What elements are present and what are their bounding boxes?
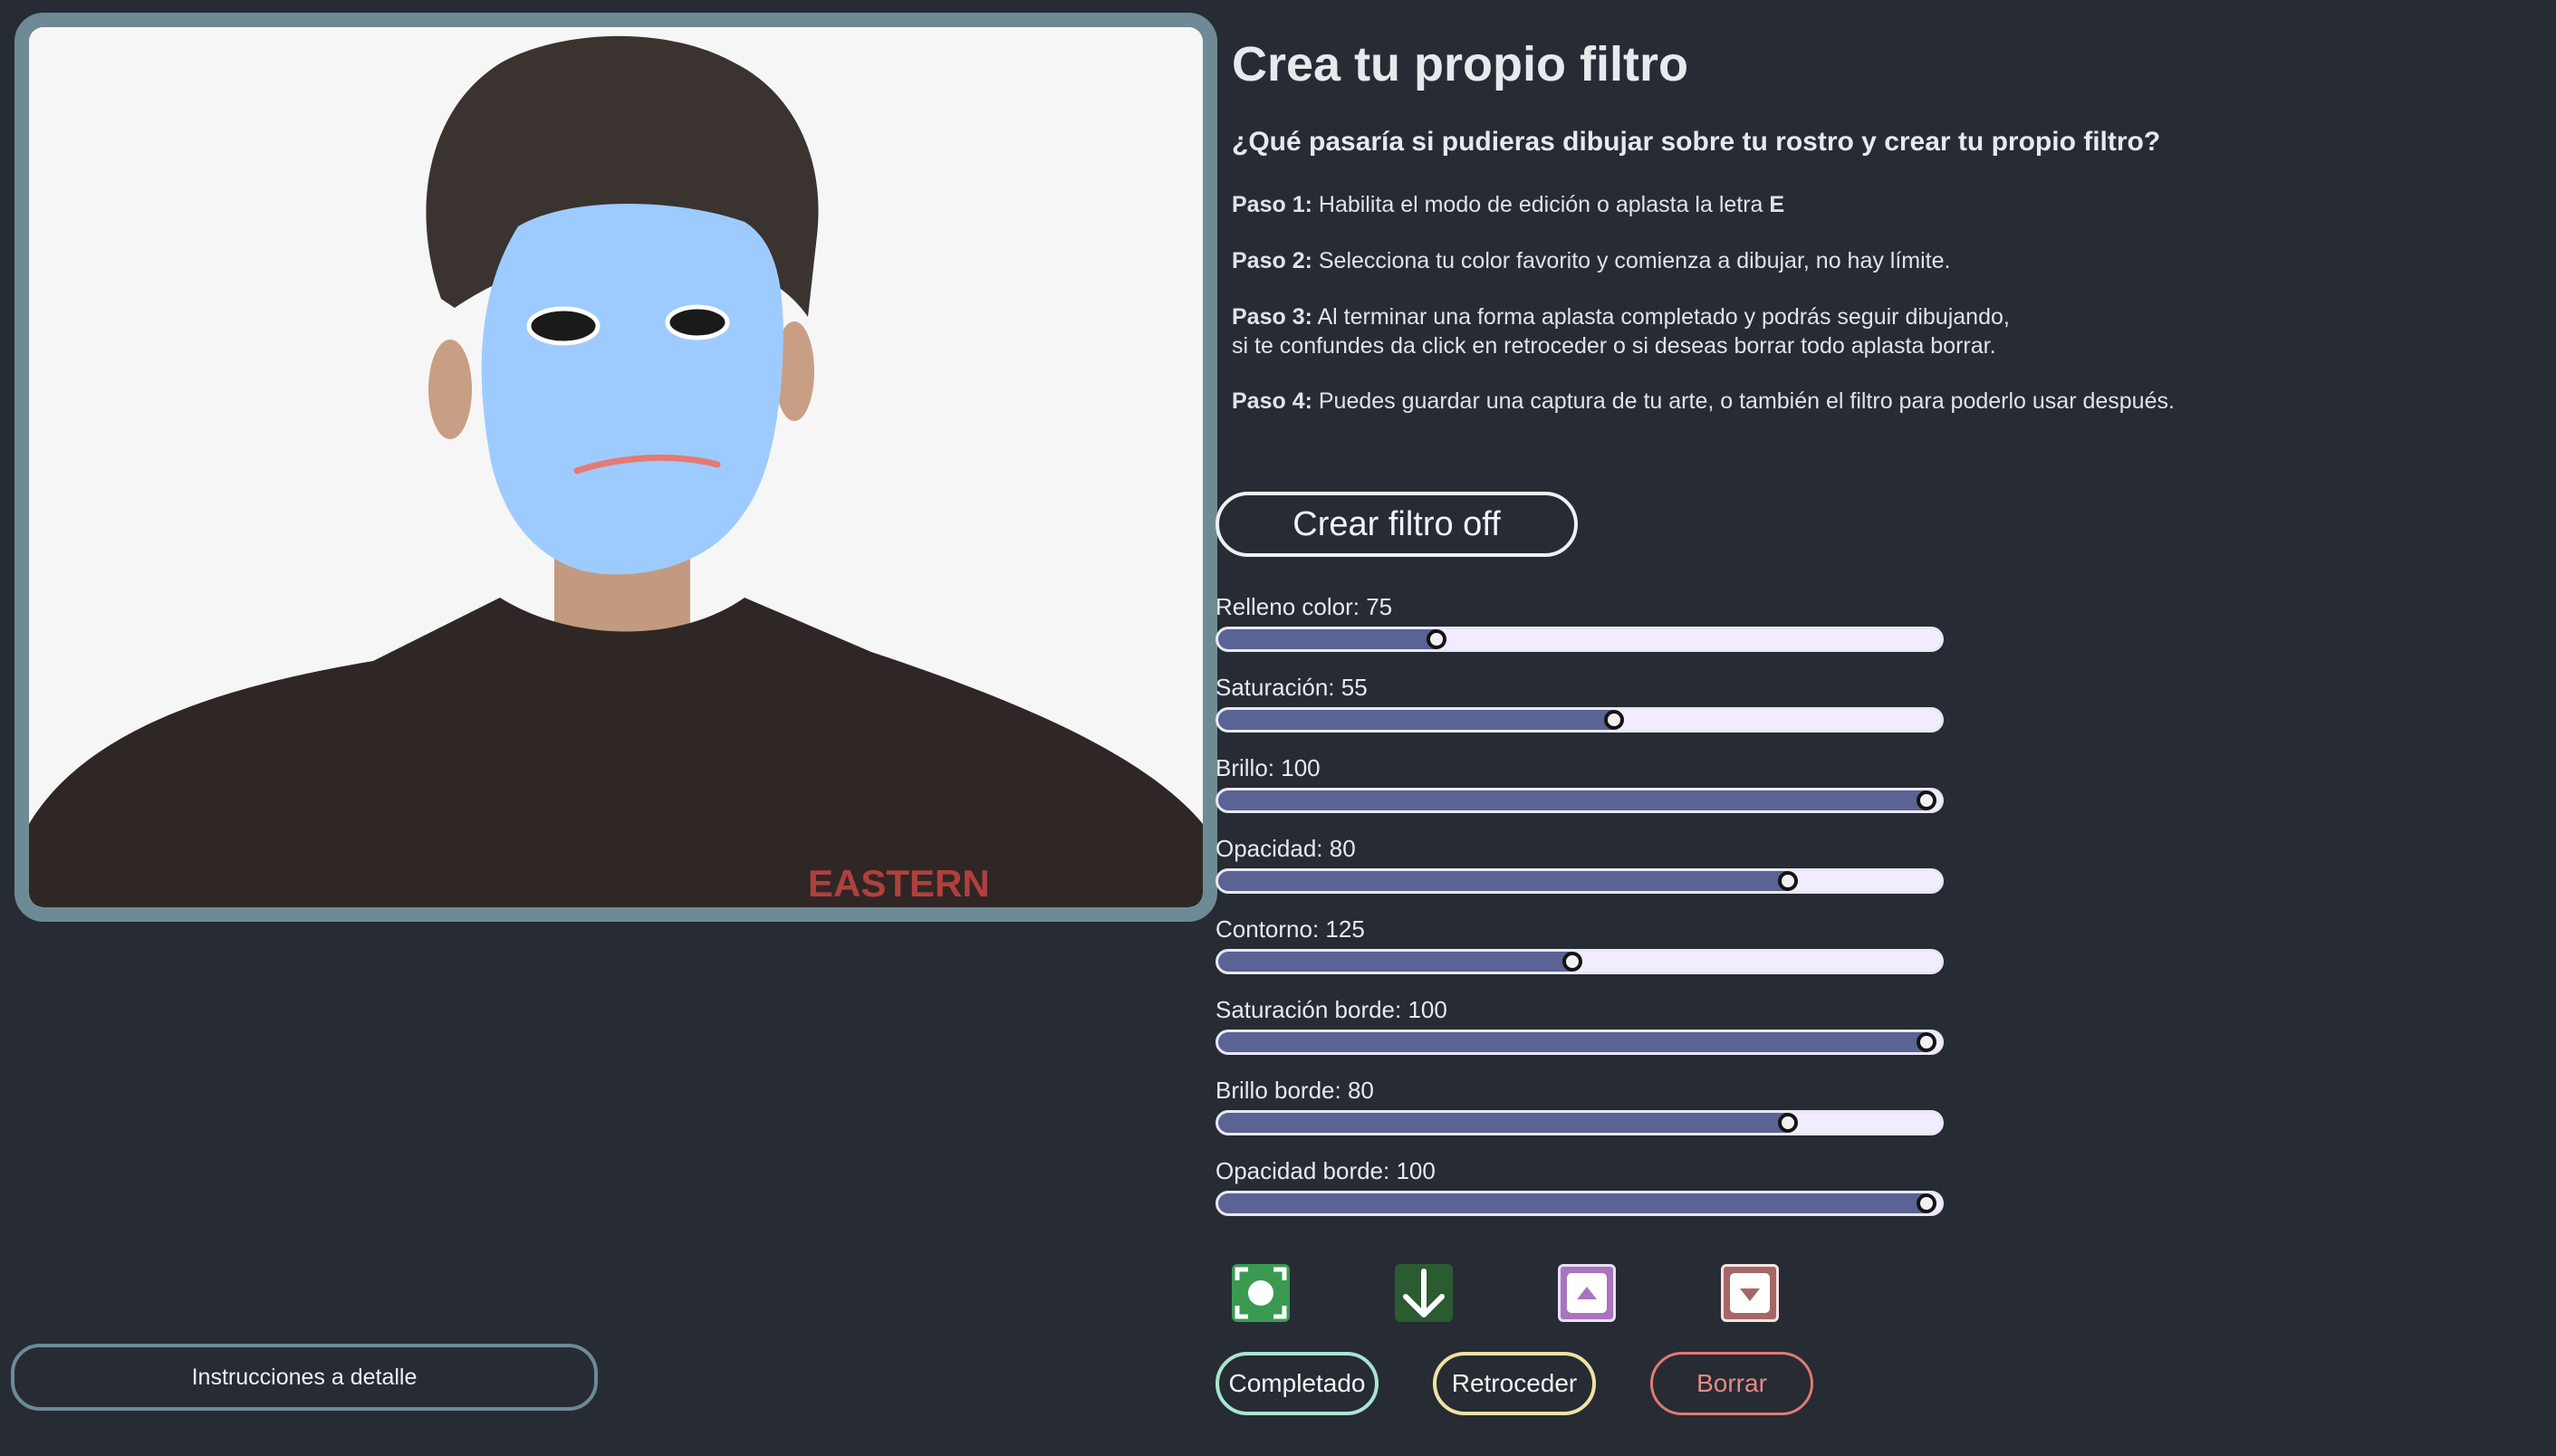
camera-canvas[interactable]: EASTERN — [14, 13, 1217, 922]
slider-label: Saturación borde: 100 — [1216, 996, 1447, 1023]
slider-thumb[interactable] — [1917, 1032, 1937, 1052]
step-label: Paso 4: — [1232, 388, 1312, 414]
step-label: Paso 2: — [1232, 248, 1312, 273]
slider-label: Brillo borde: 80 — [1216, 1077, 1374, 1104]
slider-track[interactable] — [1216, 1030, 1944, 1055]
face-mask — [481, 204, 783, 575]
page-title: Crea tu propio filtro — [1232, 37, 1688, 91]
slider-opacidad: Opacidad: 80 — [1216, 832, 1944, 894]
slider-thumb[interactable] — [1777, 871, 1798, 891]
right-eye — [665, 304, 730, 340]
slider-relleno-color: Relleno color: 75 — [1216, 590, 1944, 652]
completado-button[interactable]: Completado — [1216, 1352, 1379, 1415]
slider-contorno: Contorno: 125 — [1216, 913, 1944, 974]
slider-fill — [1218, 629, 1437, 649]
slider-track[interactable] — [1216, 627, 1944, 652]
slider-label: Relleno color: 75 — [1216, 593, 1393, 620]
slider-track[interactable] — [1216, 868, 1944, 894]
upload-icon — [1567, 1273, 1607, 1313]
slider-label: Opacidad borde: 100 — [1216, 1157, 1436, 1184]
slider-fill — [1218, 710, 1615, 730]
retroceder-button[interactable]: Retroceder — [1433, 1352, 1596, 1415]
left-eye — [526, 306, 601, 346]
slider-opacidad-borde: Opacidad borde: 100 — [1216, 1154, 1944, 1216]
slider-saturacion: Saturación: 55 — [1216, 671, 1944, 733]
slider-fill — [1218, 790, 1927, 810]
slider-fill — [1218, 871, 1788, 891]
slider-track[interactable] — [1216, 707, 1944, 733]
download-icon — [1403, 1269, 1445, 1317]
instructions-button[interactable]: Instrucciones a detalle — [11, 1344, 598, 1411]
slider-label: Contorno: 125 — [1216, 915, 1365, 943]
slider-thumb[interactable] — [1917, 1193, 1937, 1213]
import-icon — [1730, 1273, 1770, 1313]
step-text: Habilita el modo de edición o aplasta la… — [1312, 192, 1770, 217]
slider-track[interactable] — [1216, 1191, 1944, 1216]
slider-track[interactable] — [1216, 1110, 1944, 1135]
step-text: Al terminar una forma aplasta completado… — [1312, 304, 2010, 330]
intro-question: ¿Qué pasaría si pudieras dibujar sobre t… — [1232, 127, 2161, 157]
step-2: Paso 2: Selecciona tu color favorito y c… — [1232, 246, 1950, 275]
toggle-filter-button[interactable]: Crear filtro off — [1216, 492, 1578, 557]
step-4: Paso 4: Puedes guardar una captura de tu… — [1232, 387, 2175, 416]
slider-thumb[interactable] — [1917, 790, 1937, 810]
slider-label: Brillo: 100 — [1216, 754, 1321, 781]
slider-label: Opacidad: 80 — [1216, 835, 1356, 862]
slider-fill — [1218, 1032, 1927, 1052]
step-label: Paso 3: — [1232, 304, 1312, 330]
slider-fill — [1218, 952, 1573, 972]
slider-thumb[interactable] — [1562, 952, 1583, 972]
slider-thumb[interactable] — [1604, 710, 1625, 730]
capture-icon — [1235, 1267, 1287, 1319]
shirt-text: EASTERN — [808, 862, 990, 905]
slider-brillo-borde: Brillo borde: 80 — [1216, 1074, 1944, 1135]
step-3: Paso 3: Al terminar una forma aplasta co… — [1232, 302, 2010, 360]
shortcut-key: E — [1769, 192, 1785, 217]
slider-brillo: Brillo: 100 — [1216, 752, 1944, 813]
upload-button[interactable] — [1558, 1264, 1616, 1322]
left-ear — [428, 340, 472, 439]
import-button[interactable] — [1721, 1264, 1779, 1322]
slider-fill — [1218, 1193, 1927, 1213]
camera-scene: EASTERN — [29, 27, 1203, 907]
step-text: Puedes guardar una captura de tu arte, o… — [1312, 388, 2175, 414]
step-label: Paso 1: — [1232, 192, 1312, 217]
slider-track[interactable] — [1216, 949, 1944, 974]
slider-label: Saturación: 55 — [1216, 674, 1368, 701]
step-text-continued: si te confundes da click en retroceder o… — [1232, 333, 1996, 359]
slider-fill — [1218, 1113, 1788, 1133]
slider-track[interactable] — [1216, 788, 1944, 813]
borrar-button[interactable]: Borrar — [1650, 1352, 1813, 1415]
slider-saturacion-borde: Saturación borde: 100 — [1216, 993, 1944, 1055]
step-text: Selecciona tu color favorito y comienza … — [1312, 248, 1951, 273]
capture-button[interactable] — [1232, 1264, 1290, 1322]
slider-thumb[interactable] — [1777, 1113, 1798, 1133]
step-1: Paso 1: Habilita el modo de edición o ap… — [1232, 190, 1784, 219]
slider-thumb[interactable] — [1427, 629, 1447, 649]
download-button[interactable] — [1395, 1264, 1453, 1322]
